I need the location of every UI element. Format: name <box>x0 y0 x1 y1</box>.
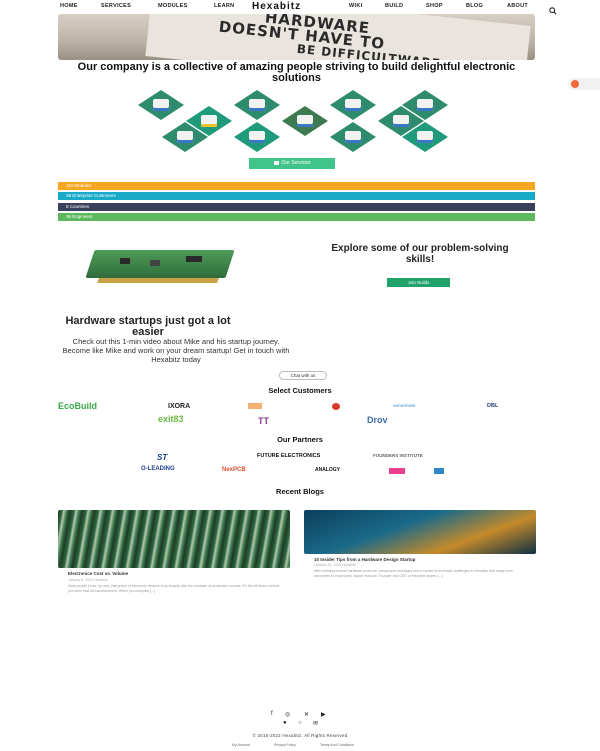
blog-title-cost-volume[interactable]: Electronics Cost vs. Volume <box>68 571 128 576</box>
blog-excerpt-insider-tips: After building several hardware products… <box>314 569 513 578</box>
partner-logo-o-leading: O-LEADING <box>141 466 175 472</box>
partner-logo-blue <box>434 468 444 474</box>
customer-logo-sensonote: sensonote <box>393 403 416 408</box>
nav-blog[interactable]: BLOG <box>466 3 483 9</box>
partner-logo-nexpcb: NexPCB <box>222 467 246 473</box>
stat-countries: 8 Countries <box>58 203 535 211</box>
nav-build[interactable]: BUILD <box>385 3 403 9</box>
top-nav: HOME SERVICES MODULES LEARN Hexabitz WIK… <box>0 0 600 15</box>
customer-logo-red-circle <box>332 403 340 410</box>
service-tile <box>234 122 280 152</box>
blog-date-cost-volume: January 6, 2022 Hexabitz <box>68 578 108 582</box>
partner-logo-st: ST <box>157 453 168 462</box>
nav-home[interactable]: HOME <box>60 3 78 9</box>
service-tile <box>282 106 328 136</box>
partners-title: Our Partners <box>277 435 323 444</box>
customer-logo-ecobuild: EcoBuild <box>58 401 98 411</box>
customer-logo-exit83: exit83 <box>158 414 184 424</box>
customer-logo-drov: Drov <box>367 415 388 425</box>
customers-title: Select Customers <box>268 386 332 395</box>
nav-wiki[interactable]: WIKI <box>349 3 362 9</box>
services-mosaic <box>120 90 448 152</box>
x-twitter-icon[interactable]: ✕ <box>304 711 309 718</box>
youtube-icon[interactable]: ▶ <box>321 711 326 718</box>
hardware-board-image <box>85 250 235 288</box>
github-icon[interactable]: ● <box>283 720 287 726</box>
blog-excerpt-cost-volume: Most people know, by now, that prices of… <box>68 584 279 593</box>
search-icon[interactable] <box>549 2 557 20</box>
facebook-icon[interactable]: f <box>271 711 273 717</box>
partner-logo-founders-institute: FOUNDERS INSTITUTE <box>373 453 423 458</box>
customer-logo-dbl: DBL <box>487 403 499 409</box>
nav-shop[interactable]: SHOP <box>426 3 443 9</box>
customer-logo-tt: TT <box>258 416 269 426</box>
blogs-title: Recent Blogs <box>276 487 324 496</box>
partner-logo-pink <box>389 468 405 474</box>
blog-date-insider-tips: October 26, 2020 Hexabitz <box>314 563 356 567</box>
blog-title-insider-tips[interactable]: 10 Insider Tips from a Hardware Design S… <box>314 557 415 562</box>
brand-logo[interactable]: Hexabitz <box>252 1 301 12</box>
stat-modules: 110 Modules <box>58 182 535 190</box>
blog-image-insider-tips[interactable] <box>304 510 536 554</box>
our-services-button[interactable]: Our Services <box>249 158 335 169</box>
service-tile <box>162 122 208 152</box>
chat-icon[interactable]: ○ <box>298 720 302 726</box>
hero-sheet: HARDWARE DOESN'T HAVE TO BE DIFFICULTWAR… <box>145 14 531 60</box>
email-icon[interactable]: ✉ <box>313 720 318 727</box>
grid-icon <box>273 160 279 165</box>
customer-logo-square <box>248 403 262 409</box>
hero-banner: HARDWARE DOESN'T HAVE TO BE DIFFICULTWAR… <box>58 14 535 60</box>
company-tagline: Our company is a collective of amazing p… <box>77 61 516 84</box>
footer-link-privacy[interactable]: Privacy Policy <box>274 743 296 747</box>
service-tile <box>330 122 376 152</box>
service-tile <box>138 90 184 120</box>
service-tile <box>234 90 280 120</box>
copyright-text: © 2016-2022 Hexabitz. All Rights Reserve… <box>252 733 348 738</box>
nav-about[interactable]: ABOUT <box>507 3 528 9</box>
floating-widget-button[interactable] <box>568 78 600 90</box>
chat-button[interactable]: Chat with us <box>279 371 327 380</box>
startup-heading: Hardware startups just got a lot easier <box>65 315 231 338</box>
partner-logo-future-electronics: FUTURE ELECTRONICS <box>257 453 321 459</box>
service-tile <box>402 122 448 152</box>
startup-text: Check out this 1-min video about Mike an… <box>62 337 290 364</box>
footer-link-terms[interactable]: Terms And Conditions <box>320 743 354 747</box>
stat-engineers: 36 Engineers <box>58 213 535 221</box>
customer-logo-ixora: IXORA <box>168 403 191 410</box>
service-tile <box>330 90 376 120</box>
nav-modules[interactable]: MODULES <box>158 3 188 9</box>
nav-services[interactable]: SERVICES <box>101 3 131 9</box>
explore-heading: Explore some of our problem-solving skil… <box>331 243 509 265</box>
widget-icon <box>571 80 579 88</box>
footer-link-my-account[interactable]: My Account <box>232 743 250 747</box>
blog-image-cost-volume[interactable] <box>58 510 290 568</box>
instagram-icon[interactable]: ◎ <box>285 711 290 718</box>
partner-logo-analogy: ANALOGY <box>315 467 340 473</box>
nav-learn[interactable]: LEARN <box>214 3 234 9</box>
stat-customers: 38 Enterprise Customers <box>58 192 535 200</box>
join-builds-button[interactable]: Join Builds <box>387 278 450 287</box>
